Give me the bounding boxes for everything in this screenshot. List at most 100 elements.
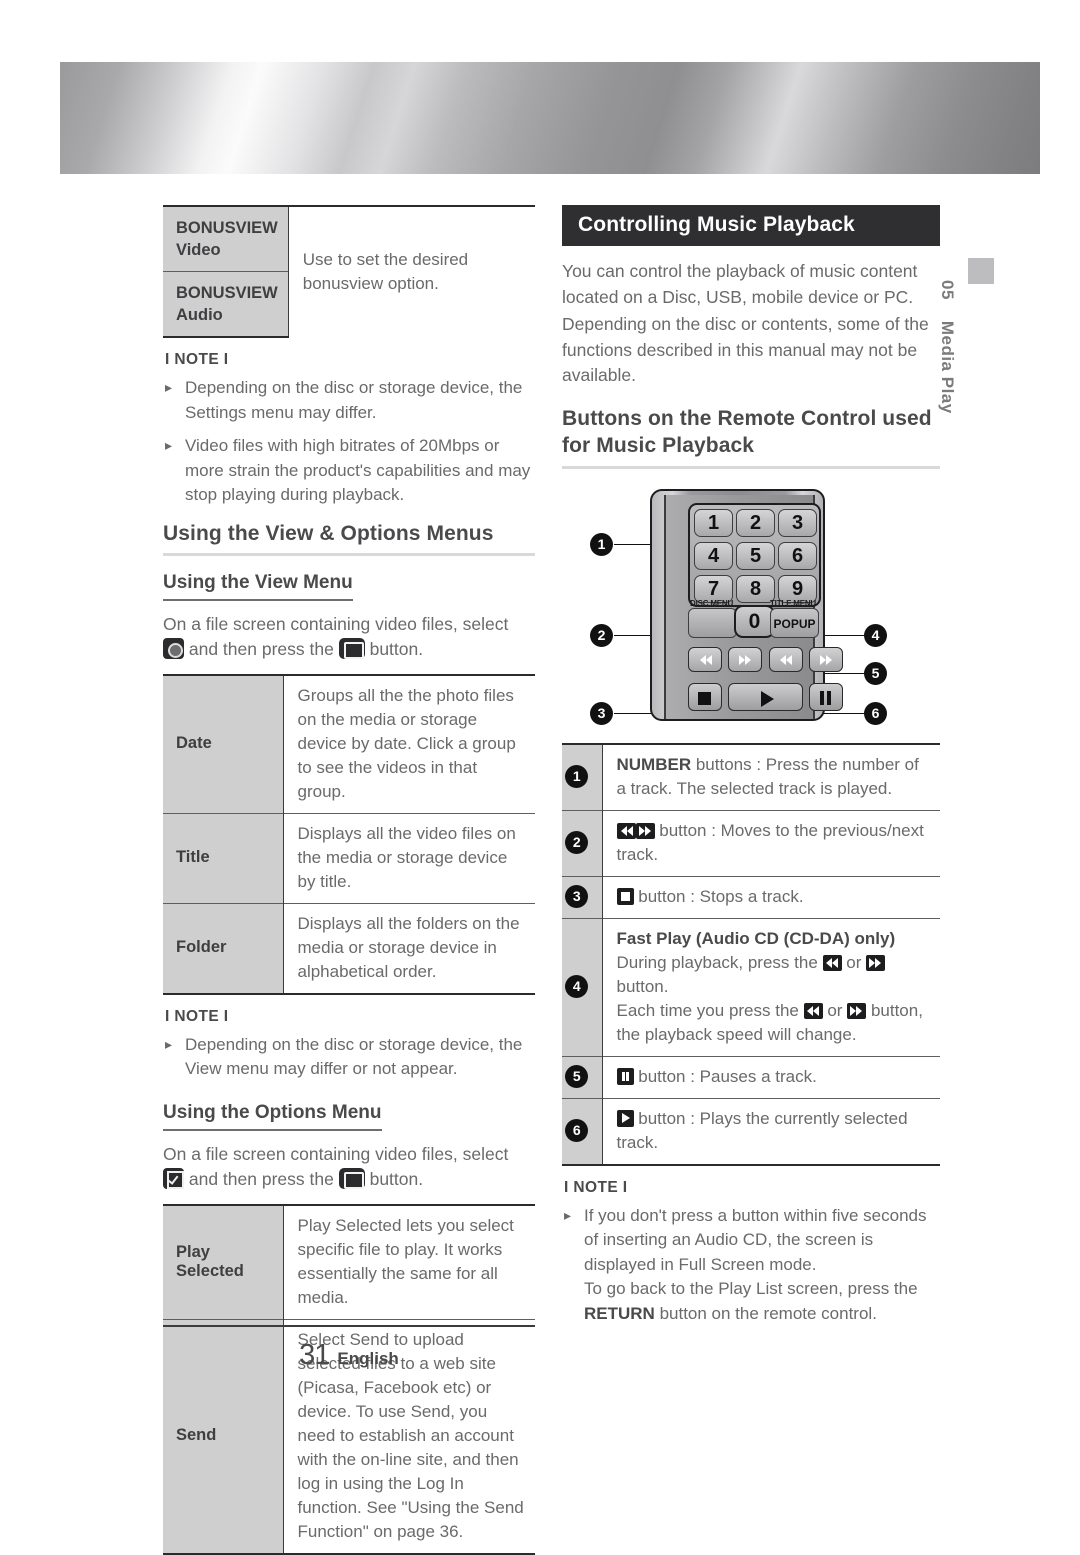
play-icon xyxy=(616,1109,634,1127)
note-list-1: Depending on the disc or storage device,… xyxy=(163,375,535,508)
number-key-1[interactable]: 1 xyxy=(694,508,733,537)
legend-number-4: 4 xyxy=(562,917,603,1056)
table-row: 6 button : Plays the currently selected … xyxy=(562,1097,940,1166)
disc-menu-button[interactable] xyxy=(688,607,737,638)
view-row-label: Folder xyxy=(163,902,284,995)
number-key-0[interactable]: 0 xyxy=(734,604,775,638)
chapter-number: 05 xyxy=(938,280,957,300)
legend-number-1: 1 xyxy=(562,742,603,810)
bonusview-video-label: BONUSVIEW Video xyxy=(163,205,289,272)
fast-play-line2-b: or xyxy=(827,1000,843,1020)
table-row: 3 button : Stops a track. xyxy=(562,875,940,918)
stop-icon xyxy=(616,887,634,905)
next-track-icon xyxy=(736,652,755,668)
popup-menu-button[interactable]: POPUP xyxy=(770,607,819,638)
options-icon xyxy=(163,1167,184,1189)
options-row-desc: Play Selected lets you select specific f… xyxy=(283,1203,535,1319)
options-menu-intro: On a file screen containing video files,… xyxy=(163,1142,535,1192)
note-item: Video files with high bitrates of 20Mbps… xyxy=(163,433,535,508)
number-key-2[interactable]: 2 xyxy=(736,508,775,537)
legend-desc-4: Fast Play (Audio CD (CD-DA) only) During… xyxy=(602,917,940,1056)
legend-text: button : Stops a track. xyxy=(638,886,804,906)
pause-icon xyxy=(820,690,824,705)
label-line-2: Audio xyxy=(176,306,223,324)
chapter-tab-label: 05 Media Play xyxy=(937,280,957,500)
view-row-label: Title xyxy=(163,812,284,903)
note-item: Depending on the disc or storage device,… xyxy=(163,375,535,425)
return-button-bold: RETURN xyxy=(584,1303,655,1323)
callout-badge-3: 3 xyxy=(590,701,613,725)
remote-body: 1 2 3 4 5 6 7 8 9 DISC MENU TITLE MENU 0… xyxy=(650,488,843,721)
stop-icon xyxy=(698,691,711,705)
legend-badge: 5 xyxy=(565,1065,589,1088)
table-row: 4 Fast Play (Audio CD (CD-DA) only) Duri… xyxy=(562,917,940,1056)
bonusview-description: Use to set the desired bonusview option. xyxy=(288,205,535,337)
legend-number-3: 3 xyxy=(562,875,603,918)
fast-play-line-2: Each time you press the or button, the p… xyxy=(617,999,931,1047)
chapter-title: Media Play xyxy=(938,320,957,414)
options-menu-intro-part2: and then press the xyxy=(188,1168,334,1189)
rewind-button[interactable] xyxy=(769,646,803,672)
number-key-5[interactable]: 5 xyxy=(736,541,775,570)
previous-track-button[interactable] xyxy=(688,646,722,672)
note-heading-right: I NOTE I xyxy=(564,1178,628,1196)
popup-label: POPUP xyxy=(773,616,816,631)
section-title-controlling-music-playback: Controlling Music Playback xyxy=(562,205,940,246)
fast-play-line1-a: During playback, press the xyxy=(616,952,818,972)
remote-control-diagram: 1 2 3 4 5 6 7 8 9 DISC MENU TITLE MENU 0… xyxy=(562,481,940,739)
note-line-2-a: To go back to the Play List screen, pres… xyxy=(584,1279,918,1298)
chapter-tab-marker xyxy=(968,258,994,284)
fast-play-line-1: During playback, press the or button. xyxy=(617,951,931,999)
enter-icon xyxy=(338,1167,365,1189)
right-column: Controlling Music Playback You can contr… xyxy=(562,205,940,1335)
label-line-1: BONUSVIEW xyxy=(176,284,278,302)
legend-desc-5: button : Pauses a track. xyxy=(602,1055,940,1098)
legend-text: button : Pauses a track. xyxy=(638,1066,817,1086)
disc-menu-label: DISC MENU xyxy=(690,598,734,608)
fast-forward-button[interactable] xyxy=(809,646,843,672)
next-track-button[interactable] xyxy=(728,646,762,672)
page-language: English xyxy=(337,1349,399,1368)
fast-play-line1-b: or xyxy=(846,952,862,972)
intro-paragraph-1: You can control the playback of music co… xyxy=(562,261,918,307)
pause-button[interactable] xyxy=(809,682,843,711)
legend-badge: 4 xyxy=(565,975,589,998)
view-menu-intro-part2: and then press the xyxy=(188,638,334,659)
number-key-6[interactable]: 6 xyxy=(778,541,817,570)
stop-button[interactable] xyxy=(688,682,722,711)
options-menu-intro-part1: On a file screen containing video files,… xyxy=(163,1143,509,1164)
view-menu-table: Date Groups all the the photo files on t… xyxy=(163,673,535,995)
intro-paragraph-2: Depending on the disc or contents, some … xyxy=(562,314,929,385)
heading-view-options-menus: Using the View & Options Menus xyxy=(163,522,535,556)
heading-using-options-menu: Using the Options Menu xyxy=(163,1102,382,1131)
heading-using-view-menu: Using the View Menu xyxy=(163,572,353,601)
view-row-desc: Groups all the the photo files on the me… xyxy=(283,673,535,813)
legend-badge: 3 xyxy=(565,885,589,908)
table-row: Title Displays all the video files on th… xyxy=(163,812,535,903)
fast-forward-icon xyxy=(847,1002,867,1019)
page-number: 31 xyxy=(299,1339,330,1371)
fast-forward-icon xyxy=(866,954,886,971)
view-menu-intro: On a file screen containing video files,… xyxy=(163,612,535,662)
number-key-4[interactable]: 4 xyxy=(694,541,733,570)
legend-desc-6: button : Plays the currently selected tr… xyxy=(602,1097,940,1166)
note-heading-1: I NOTE I xyxy=(165,351,229,368)
view-menu-intro-part3: button. xyxy=(369,638,424,659)
prev-track-icon xyxy=(616,822,636,839)
number-keypad[interactable]: 1 2 3 4 5 6 7 8 9 xyxy=(688,502,821,607)
callout-badge-1: 1 xyxy=(590,532,613,556)
page-number-block: 31 English xyxy=(163,1339,535,1372)
page-footer: 31 English xyxy=(163,1325,941,1372)
view-icon xyxy=(163,637,184,659)
legend-number-5: 5 xyxy=(562,1055,603,1098)
remote-inner-panel: 1 2 3 4 5 6 7 8 9 DISC MENU TITLE MENU 0… xyxy=(664,494,843,719)
note-heading-2: I NOTE I xyxy=(165,1007,229,1025)
play-icon xyxy=(761,690,774,707)
next-track-icon xyxy=(635,822,655,839)
table-row: Date Groups all the the photo files on t… xyxy=(163,673,535,813)
note-line-2-b: button on the remote control. xyxy=(654,1303,877,1323)
play-button[interactable] xyxy=(728,682,803,711)
legend-number-6: 6 xyxy=(562,1097,603,1166)
note-line-1: If you don't press a button within five … xyxy=(584,1205,927,1274)
number-key-3[interactable]: 3 xyxy=(778,508,817,537)
